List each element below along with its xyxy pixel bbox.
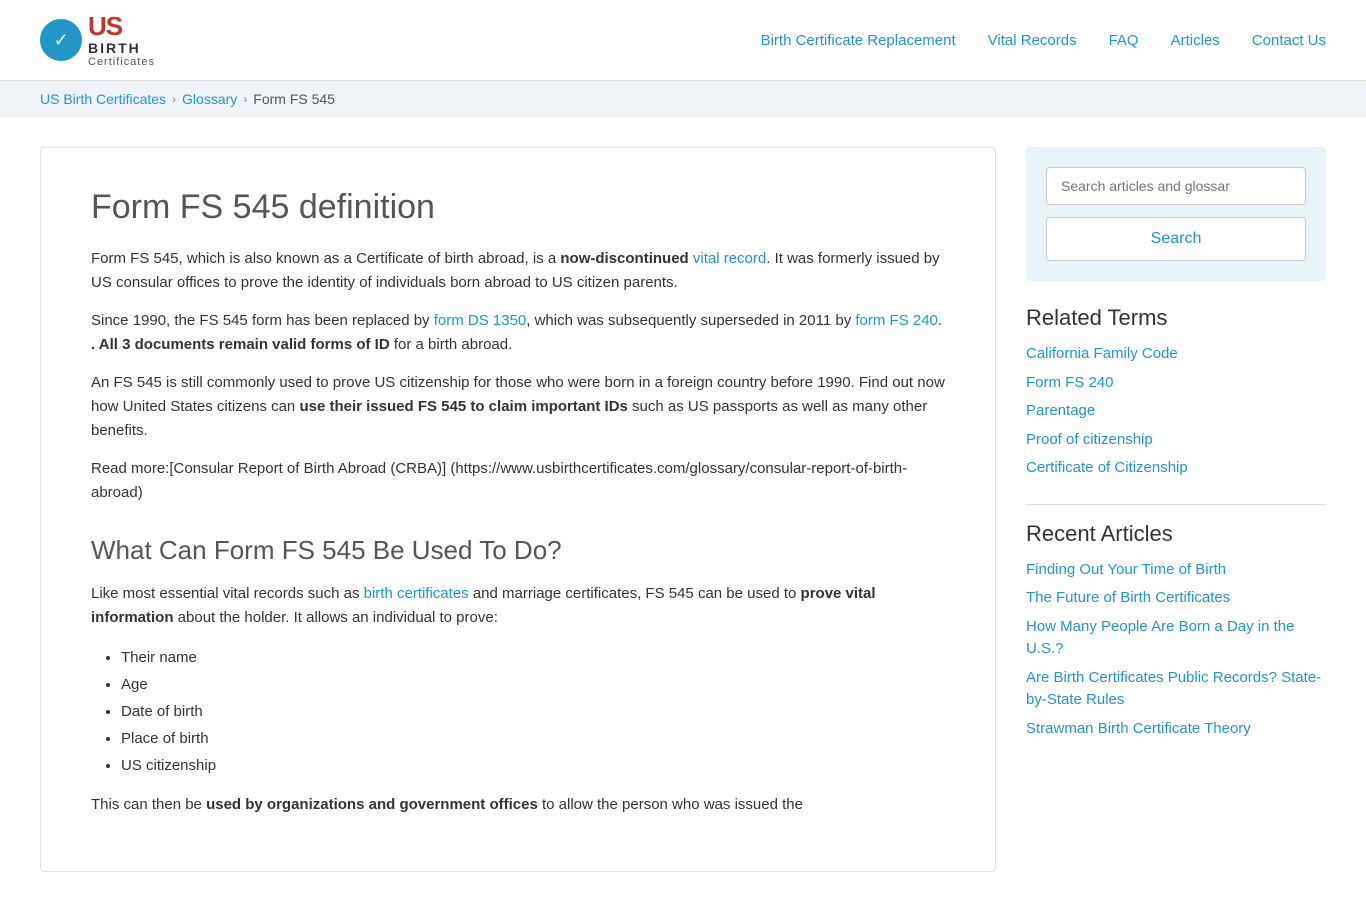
content-area: Form FS 545 definition Form FS 545, whic… — [40, 147, 996, 872]
bold-3-docs: . All 3 documents remain valid forms of … — [91, 336, 390, 353]
related-terms-heading: Related Terms — [1026, 305, 1326, 331]
bold-use-fs545: use their issued FS 545 to claim importa… — [299, 398, 627, 415]
article-0[interactable]: Finding Out Your Time of Birth — [1026, 559, 1326, 582]
nav-birth-certificate[interactable]: Birth Certificate Replacement — [761, 32, 956, 49]
link-ds1350[interactable]: form DS 1350 — [434, 312, 527, 329]
bold-now-discontinued: now-discontinued — [560, 250, 688, 267]
sidebar-divider — [1026, 504, 1326, 505]
related-terms-section: Related Terms California Family Code For… — [1026, 305, 1326, 480]
list-prove-items: Their name Age Date of birth Place of bi… — [121, 644, 945, 779]
breadcrumb-sep-1: › — [172, 92, 176, 106]
nav-articles[interactable]: Articles — [1171, 32, 1220, 49]
nav-vital-records[interactable]: Vital Records — [988, 32, 1077, 49]
main-container: Form FS 545 definition Form FS 545, whic… — [0, 117, 1366, 902]
related-term-4[interactable]: Certificate of Citizenship — [1026, 457, 1326, 480]
recent-articles-heading: Recent Articles — [1026, 521, 1326, 547]
list-item: Date of birth — [121, 698, 945, 725]
page-title: Form FS 545 definition — [91, 188, 945, 227]
logo-certificates: Certificates — [88, 56, 155, 68]
breadcrumb: US Birth Certificates › Glossary › Form … — [0, 81, 1366, 117]
list-item: US citizenship — [121, 752, 945, 779]
nav-faq[interactable]: FAQ — [1109, 32, 1139, 49]
search-button[interactable]: Search — [1046, 217, 1306, 261]
related-term-0[interactable]: California Family Code — [1026, 343, 1326, 366]
logo-text: US BIRTH Certificates — [88, 12, 155, 68]
breadcrumb-sep-2: › — [243, 92, 247, 106]
breadcrumb-current: Form FS 545 — [253, 91, 335, 107]
list-item: Age — [121, 671, 945, 698]
search-input[interactable] — [1046, 167, 1306, 205]
article-1[interactable]: The Future of Birth Certificates — [1026, 587, 1326, 610]
para-3: An FS 545 is still commonly used to prov… — [91, 371, 945, 443]
article-4[interactable]: Strawman Birth Certificate Theory — [1026, 718, 1326, 741]
link-birth-certificates[interactable]: birth certificates — [364, 585, 469, 602]
main-nav: Birth Certificate Replacement Vital Reco… — [761, 32, 1326, 49]
sidebar: Search Related Terms California Family C… — [1026, 147, 1326, 872]
logo[interactable]: ✓ US BIRTH Certificates — [40, 12, 155, 68]
para-2: Since 1990, the FS 545 form has been rep… — [91, 309, 945, 357]
logo-us: US — [88, 12, 155, 41]
link-fs240[interactable]: form FS 240 — [855, 312, 938, 329]
section-title: What Can Form FS 545 Be Used To Do? — [91, 535, 945, 566]
breadcrumb-glossary[interactable]: Glossary — [182, 91, 237, 107]
logo-birth: BIRTH — [88, 41, 155, 56]
list-item: Their name — [121, 644, 945, 671]
bold-orgs-offices: used by organizations and government off… — [206, 796, 538, 813]
para-5: Like most essential vital records such a… — [91, 582, 945, 630]
article-2[interactable]: How Many People Are Born a Day in the U.… — [1026, 616, 1326, 661]
breadcrumb-home[interactable]: US Birth Certificates — [40, 91, 166, 107]
site-header: ✓ US BIRTH Certificates Birth Certificat… — [0, 0, 1366, 81]
nav-contact[interactable]: Contact Us — [1252, 32, 1326, 49]
para-6: This can then be used by organizations a… — [91, 793, 945, 817]
related-term-1[interactable]: Form FS 240 — [1026, 372, 1326, 395]
link-vital-record[interactable]: vital record — [693, 250, 766, 267]
related-term-3[interactable]: Proof of citizenship — [1026, 429, 1326, 452]
list-item: Place of birth — [121, 725, 945, 752]
article-3[interactable]: Are Birth Certificates Public Records? S… — [1026, 667, 1326, 712]
para-4: Read more:[Consular Report of Birth Abro… — [91, 457, 945, 505]
para-1: Form FS 545, which is also known as a Ce… — [91, 247, 945, 295]
logo-check-icon: ✓ — [40, 19, 82, 61]
search-box: Search — [1026, 147, 1326, 281]
related-term-2[interactable]: Parentage — [1026, 400, 1326, 423]
recent-articles-section: Recent Articles Finding Out Your Time of… — [1026, 521, 1326, 741]
